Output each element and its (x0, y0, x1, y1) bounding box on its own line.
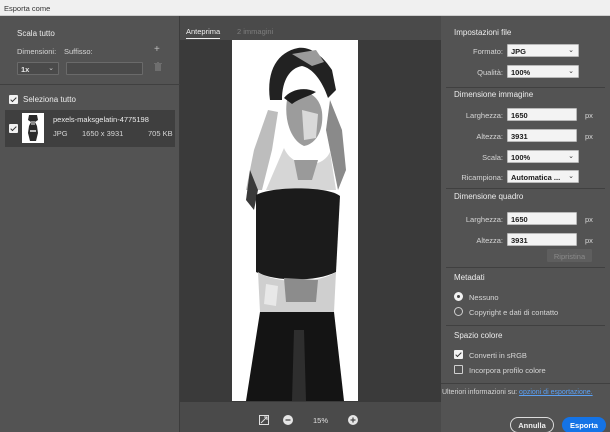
footer-info-text: Ulteriori informazioni su: (442, 389, 518, 396)
scale-all-header: Scala tutto (17, 29, 55, 38)
image-scale-label: Scala: (482, 153, 503, 162)
fit-view-icon[interactable] (259, 415, 269, 425)
scale-select[interactable]: 1x ⌄ (17, 62, 59, 75)
suffix-input[interactable] (66, 62, 143, 75)
left-divider (0, 84, 180, 85)
select-all-label: Seleziona tutto (23, 95, 76, 104)
select-all-checkbox[interactable] (9, 95, 18, 104)
embed-profile-checkbox[interactable] (454, 365, 463, 374)
file-row[interactable]: pexels-maksgelatin-4775198 JPG 1650 x 39… (5, 110, 175, 147)
reset-button[interactable]: Ripristina (547, 249, 592, 262)
metadata-copyright-label: Copyright e dati di contatto (469, 308, 559, 317)
resample-label: Ricampiona: (461, 173, 503, 182)
trash-icon[interactable] (154, 62, 162, 71)
chevron-down-icon: ⌄ (568, 153, 574, 160)
format-value: JPG (511, 47, 527, 56)
zoom-out-icon[interactable] (283, 415, 293, 425)
footer-info: Ulteriori informazioni su: opzioni di es… (442, 389, 593, 396)
window-title-bar: Esporta come (0, 0, 610, 16)
preview-image (232, 40, 358, 401)
image-scale-value: 100% (511, 153, 531, 162)
left-panel: Scala tutto Dimensioni: Suffisso: + 1x ⌄… (0, 16, 180, 432)
preview-panel: Anteprima 2 immagini 15% (180, 16, 441, 432)
window-title: Esporta come (4, 4, 51, 13)
suffix-label: Suffisso: (64, 47, 93, 56)
canvas-height-input[interactable]: 3931 (507, 233, 577, 246)
divider (441, 383, 610, 384)
divider (446, 87, 605, 88)
scale-value: 1x (21, 65, 30, 74)
tab-images[interactable]: 2 immagini (237, 27, 273, 36)
file-settings-header: Impostazioni file (454, 28, 512, 37)
metadata-copyright-radio[interactable] (454, 307, 463, 316)
divider (446, 267, 605, 268)
canvas-width-input[interactable]: 1650 (507, 212, 577, 225)
resample-select[interactable]: Automatica ... ⌄ (507, 170, 579, 183)
zoom-in-icon[interactable] (348, 415, 358, 425)
divider (446, 188, 605, 189)
file-checkbox[interactable] (9, 124, 18, 133)
divider (446, 325, 605, 326)
dimensions-label: Dimensioni: (17, 47, 57, 56)
image-height-label: Altezza: (476, 132, 503, 141)
cancel-button[interactable]: Annulla (510, 417, 554, 432)
image-height-unit: px (585, 132, 593, 141)
chevron-down-icon: ⌄ (568, 68, 574, 75)
export-button[interactable]: Esporta (562, 417, 606, 432)
canvas-height-unit: px (585, 236, 593, 245)
canvas-size-header: Dimensione quadro (454, 192, 524, 201)
resample-value: Automatica ... (511, 173, 561, 182)
settings-panel: Impostazioni file Formato: JPG ⌄ Qualità… (441, 16, 610, 432)
metadata-none-radio[interactable] (454, 292, 463, 301)
file-name: pexels-maksgelatin-4775198 (53, 115, 149, 124)
chevron-down-icon: ⌄ (48, 65, 54, 72)
format-select[interactable]: JPG ⌄ (507, 44, 579, 57)
file-thumbnail (22, 113, 44, 143)
tab-preview[interactable]: Anteprima (186, 27, 221, 39)
metadata-header: Metadati (454, 273, 485, 282)
metadata-none-label: Nessuno (469, 293, 499, 302)
color-space-header: Spazio colore (454, 331, 503, 340)
quality-select[interactable]: 100% ⌄ (507, 65, 579, 78)
image-size-header: Dimensione immagine (454, 90, 534, 99)
export-options-link[interactable]: opzioni di esportazione. (519, 389, 593, 396)
canvas-height-label: Altezza: (476, 236, 503, 245)
zoom-level: 15% (313, 416, 329, 425)
file-size: 705 KB (148, 129, 173, 138)
image-width-unit: px (585, 111, 593, 120)
convert-srgb-checkbox[interactable] (454, 350, 463, 359)
file-dimensions: 1650 x 3931 (82, 129, 124, 138)
image-scale-select[interactable]: 100% ⌄ (507, 150, 579, 163)
quality-value: 100% (511, 68, 531, 77)
chevron-down-icon: ⌄ (568, 47, 574, 54)
add-scale-icon[interactable]: + (154, 44, 160, 55)
canvas-width-unit: px (585, 215, 593, 224)
canvas-width-label: Larghezza: (465, 215, 503, 224)
quality-label: Qualità: (477, 68, 503, 77)
image-height-input[interactable]: 3931 (507, 129, 577, 142)
chevron-down-icon: ⌄ (568, 173, 574, 180)
convert-srgb-label: Converti in sRGB (469, 351, 527, 360)
format-label: Formato: (472, 47, 503, 56)
image-width-label: Larghezza: (465, 111, 503, 120)
image-width-input[interactable]: 1650 (507, 108, 577, 121)
file-format: JPG (53, 129, 68, 138)
embed-profile-label: Incorpora profilo colore (469, 366, 546, 375)
